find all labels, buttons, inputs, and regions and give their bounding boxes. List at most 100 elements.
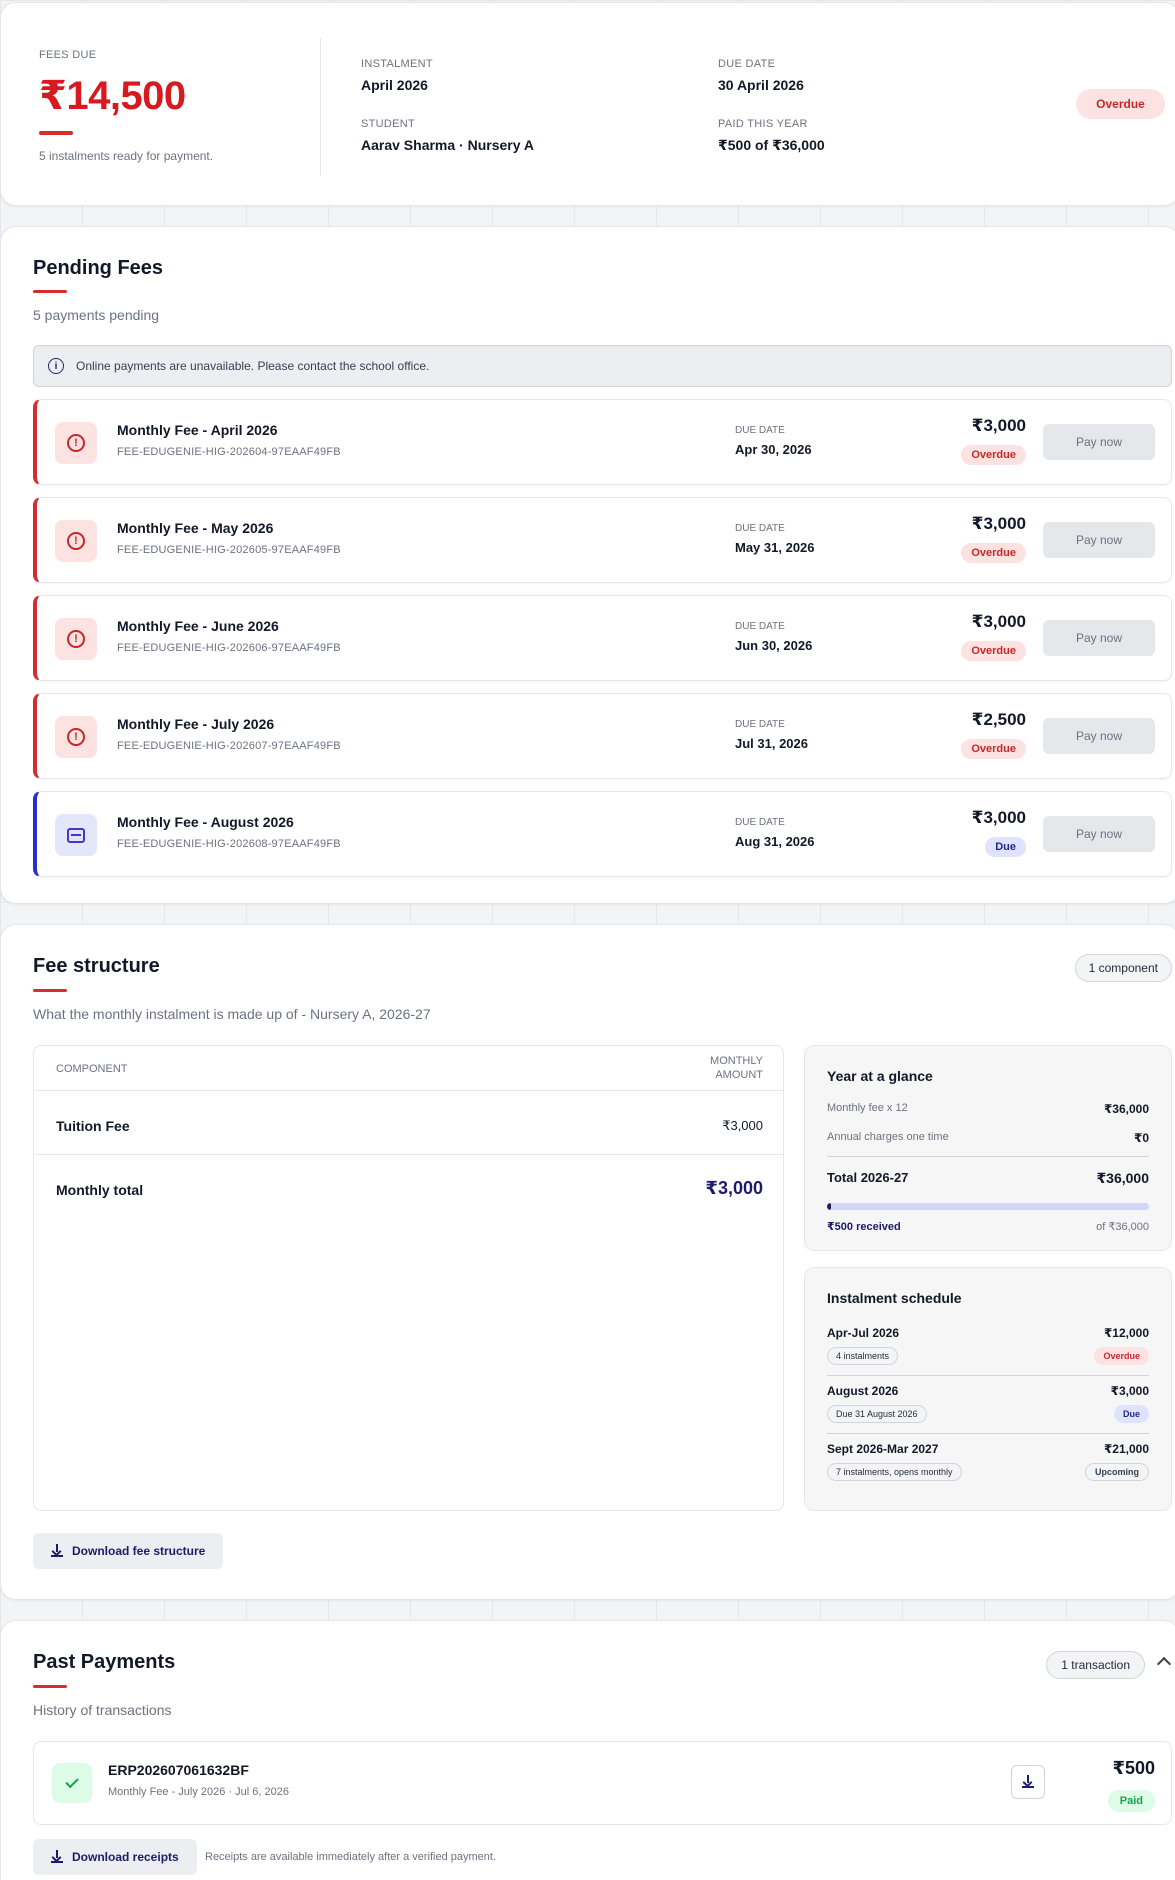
monthly-fee-label: Monthly fee x 12 <box>827 1102 908 1114</box>
section-title: Fee structure <box>33 955 160 977</box>
divider <box>827 1375 1149 1376</box>
column-header-amount: MONTHLY AMOUNT <box>710 1055 763 1081</box>
transaction-description: Monthly Fee - July 2026 · Jul 6, 2026 <box>108 1786 289 1798</box>
of-total: of ₹36,000 <box>1096 1221 1149 1233</box>
section-subtitle: History of transactions <box>33 1702 172 1718</box>
fee-amount: ₹3,000 <box>971 612 1026 631</box>
section-subtitle: What the monthly instalment is made up o… <box>33 1006 431 1022</box>
received-amount: ₹500 received <box>827 1221 901 1233</box>
schedule-amount: ₹21,000 <box>1103 1442 1149 1456</box>
download-icon <box>51 1850 63 1863</box>
schedule-item: Apr-Jul 2026 ₹12,000 4 instalments Overdue <box>827 1326 1149 1376</box>
paid-this-year-label: PAID THIS YEAR <box>718 118 808 130</box>
accent-underline <box>33 290 67 293</box>
due-date-value: 30 April 2026 <box>718 77 804 93</box>
download-icon <box>1022 1775 1034 1788</box>
schedule-item: August 2026 ₹3,000 Due 31 August 2026 Due <box>827 1384 1149 1434</box>
section-title: Past Payments <box>33 1651 176 1673</box>
monthly-total-amount: ₹3,000 <box>705 1178 763 1198</box>
accent-underline <box>33 989 67 992</box>
fee-status-badge: Overdue <box>961 641 1026 661</box>
divider <box>827 1156 1149 1157</box>
pay-now-button[interactable]: Pay now <box>1043 718 1155 754</box>
download-receipts-button[interactable]: Download receipts <box>33 1839 197 1875</box>
schedule-item: Sept 2026-Mar 2027 ₹21,000 7 instalments, … <box>827 1442 1149 1492</box>
alert-circle-icon: ! <box>67 434 85 452</box>
year-total-value: ₹36,000 <box>1096 1170 1149 1186</box>
due-date-label: DUE DATE <box>718 58 776 70</box>
column-header-component: COMPONENT <box>56 1063 128 1075</box>
fee-name: Monthly Fee - August 2026 <box>117 814 294 830</box>
fee-status-badge: Overdue <box>961 445 1026 465</box>
fee-icon-box: ! <box>55 716 97 758</box>
fee-row: Monthly Fee - August 2026 FEE-EDUGENIE-HI… <box>33 791 1172 877</box>
pay-now-button[interactable]: Pay now <box>1043 522 1155 558</box>
schedule-period: August 2026 <box>827 1384 899 1398</box>
component-count-badge: 1 component <box>1074 954 1172 982</box>
schedule-period: Apr-Jul 2026 <box>827 1326 900 1340</box>
pay-now-button[interactable]: Pay now <box>1043 424 1155 460</box>
fees-summary-card: FEES DUE ₹14,500 5 instalments ready for… <box>0 2 1175 206</box>
fee-reference: FEE-EDUGENIE-HIG-202607-97EAAF49FB <box>117 740 341 752</box>
due-date-label: DUE DATE <box>735 719 785 730</box>
fee-amount: ₹3,000 <box>971 514 1026 533</box>
fee-reference: FEE-EDUGENIE-HIG-202604-97EAAF49FB <box>117 446 341 458</box>
fees-due-label: FEES DUE <box>39 49 97 61</box>
fee-amount: ₹3,000 <box>971 416 1026 435</box>
instalment-label: INSTALMENT <box>361 58 433 70</box>
pending-fees-card: Pending Fees 5 payments pending i Online… <box>0 226 1175 904</box>
chevron-up-icon[interactable] <box>1156 1656 1172 1672</box>
button-label: Download receipts <box>72 1850 179 1864</box>
accent-underline <box>33 1685 67 1688</box>
component-amount: ₹3,000 <box>722 1118 763 1133</box>
instalment-schedule-panel: Instalment schedule Apr-Jul 2026 ₹12,000 4… <box>804 1267 1172 1511</box>
monthly-total-label: Monthly total <box>56 1182 144 1198</box>
fees-due-note: 5 instalments ready for payment. <box>39 149 214 163</box>
fee-status-badge: Due <box>985 837 1026 857</box>
schedule-amount: ₹12,000 <box>1103 1326 1149 1340</box>
fees-due-amount: ₹14,500 <box>39 74 186 118</box>
schedule-status-badge: Overdue <box>1094 1347 1149 1365</box>
schedule-detail-badge: 4 instalments <box>827 1347 899 1365</box>
info-icon: i <box>48 358 64 374</box>
check-icon <box>65 1774 79 1789</box>
fee-amount: ₹2,500 <box>971 710 1026 729</box>
divider <box>827 1433 1149 1434</box>
component-table: COMPONENT MONTHLY AMOUNT Tuition Fee ₹3,… <box>33 1045 784 1511</box>
panel-title: Year at a glance <box>827 1068 933 1084</box>
fee-row: ! Monthly Fee - June 2026 FEE-EDUGENIE-HIG… <box>33 595 1172 681</box>
payment-progress-fill <box>827 1203 832 1210</box>
transaction-row: ERP202607061632BF Monthly Fee - July 202… <box>33 1741 1172 1825</box>
schedule-detail-badge: Due 31 August 2026 <box>827 1405 927 1423</box>
due-date-value: Jul 31, 2026 <box>735 736 808 751</box>
fee-name: Monthly Fee - July 2026 <box>117 716 275 732</box>
due-date-label: DUE DATE <box>735 425 785 436</box>
year-total-label: Total 2026-27 <box>827 1170 909 1185</box>
pay-now-button[interactable]: Pay now <box>1043 816 1155 852</box>
fee-icon-box <box>55 814 97 856</box>
fee-reference: FEE-EDUGENIE-HIG-202606-97EAAF49FB <box>117 642 341 654</box>
transaction-count-badge: 1 transaction <box>1046 1651 1145 1679</box>
due-date-label: DUE DATE <box>735 523 785 534</box>
section-title: Pending Fees <box>33 257 164 279</box>
pay-now-button[interactable]: Pay now <box>1043 620 1155 656</box>
fee-name: Monthly Fee - April 2026 <box>117 422 278 438</box>
schedule-amount: ₹3,000 <box>1110 1384 1149 1398</box>
notice-text: Online payments are unavailable. Please … <box>76 359 430 373</box>
fee-row: ! Monthly Fee - July 2026 FEE-EDUGENIE-HIG… <box>33 693 1172 779</box>
accent-underline <box>39 131 73 135</box>
fee-row: ! Monthly Fee - May 2026 FEE-EDUGENIE-HIG-… <box>33 497 1172 583</box>
fee-status-badge: Overdue <box>961 543 1026 563</box>
transaction-id: ERP202607061632BF <box>108 1762 249 1778</box>
section-subtitle: 5 payments pending <box>33 307 160 323</box>
transaction-status-badge: Paid <box>1107 1790 1155 1812</box>
schedule-detail-badge: 7 instalments, opens monthly <box>827 1463 962 1481</box>
due-date-value: May 31, 2026 <box>735 540 815 555</box>
schedule-period: Sept 2026-Mar 2027 <box>827 1442 939 1456</box>
divider <box>34 1154 783 1155</box>
download-receipt-button[interactable] <box>1011 1765 1045 1799</box>
download-fee-structure-button[interactable]: Download fee structure <box>33 1533 224 1569</box>
fee-icon-box: ! <box>55 520 97 562</box>
paid-status-icon <box>52 1763 92 1803</box>
alert-circle-icon: ! <box>67 532 85 550</box>
